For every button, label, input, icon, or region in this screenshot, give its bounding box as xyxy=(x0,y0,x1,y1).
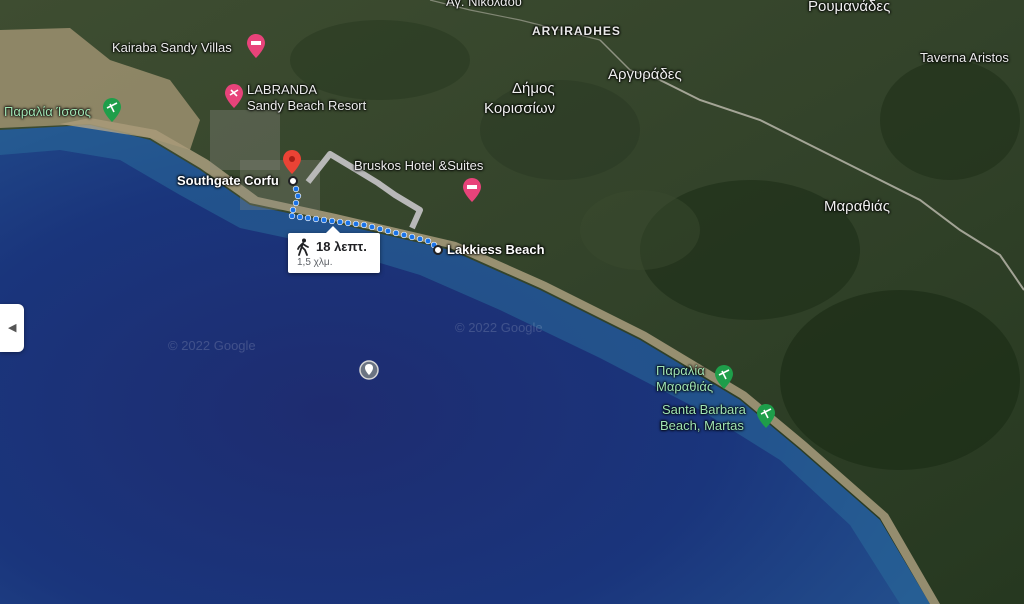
place-label: Taverna Aristos xyxy=(920,50,1009,65)
route-info-callout[interactable]: 18 λεπτ. 1,5 χλμ. xyxy=(288,226,380,273)
chevron-left-icon: ◀ xyxy=(8,322,17,334)
walking-icon xyxy=(297,238,309,256)
route-end-label[interactable]: Lakkiess Beach xyxy=(447,242,545,257)
route-distance: 1,5 χλμ. xyxy=(297,257,333,268)
poi-label[interactable]: Beach, Martas xyxy=(660,418,744,434)
place-label: Ρουμανάδες xyxy=(808,0,891,15)
route-end-dot xyxy=(433,245,443,255)
poi-label[interactable]: Μαραθιάς xyxy=(656,379,713,395)
poi-label[interactable]: Kairaba Sandy Villas xyxy=(112,40,232,56)
route-start-dot xyxy=(288,176,298,186)
map-watermark: © 2022 Google xyxy=(168,338,256,353)
poi-label[interactable]: Sandy Beach Resort xyxy=(247,98,366,114)
poi-label[interactable]: LABRANDA xyxy=(247,82,317,98)
poi-label[interactable]: Παραλία xyxy=(656,363,705,379)
place-label: Δήμος xyxy=(512,80,555,97)
location-marker-icon xyxy=(359,360,379,380)
place-label: Μαραθιάς xyxy=(824,198,890,215)
map-watermark: © 2022 Google xyxy=(455,320,543,335)
route-duration: 18 λεπτ. xyxy=(316,239,367,254)
collapse-panel-button[interactable]: ◀ xyxy=(0,304,24,352)
route-start-label[interactable]: Southgate Corfu xyxy=(177,173,279,188)
place-label: Αγ. Νικολάου xyxy=(446,0,522,9)
poi-label[interactable]: Bruskos Hotel &Suites xyxy=(354,158,483,174)
poi-label[interactable]: Παραλία Ίσσος xyxy=(4,104,91,120)
place-label: Αργυράδες xyxy=(608,66,682,83)
place-label: Κορισσίων xyxy=(484,100,556,117)
poi-label[interactable]: Santa Barbara xyxy=(662,402,746,418)
place-label: ARYIRADHES xyxy=(532,24,621,38)
